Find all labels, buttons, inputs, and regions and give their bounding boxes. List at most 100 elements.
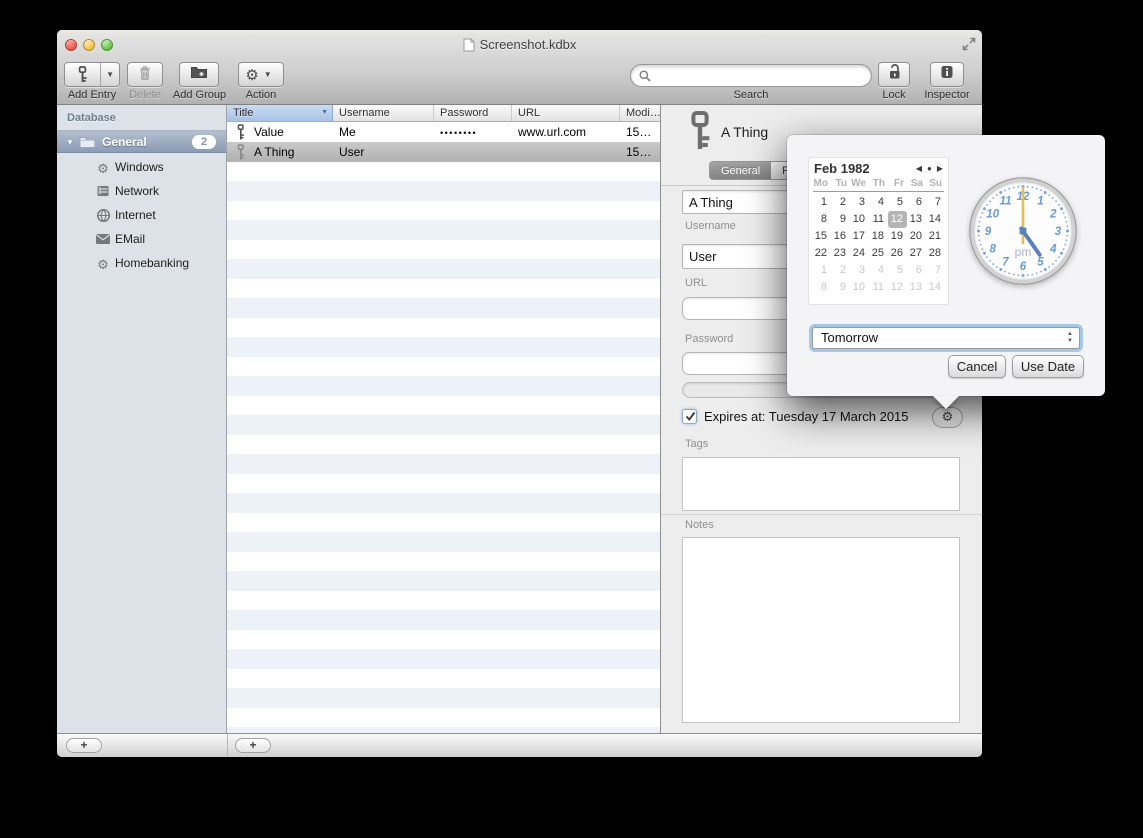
table-stripe xyxy=(227,629,660,649)
key-icon xyxy=(683,111,717,156)
sidebar-item-internet[interactable]: Internet xyxy=(57,204,226,228)
calendar-day[interactable]: 10 xyxy=(850,279,869,296)
calendar-next-button[interactable]: ▶ xyxy=(937,164,943,173)
document-icon xyxy=(463,38,475,55)
tags-field[interactable] xyxy=(682,457,960,511)
calendar-day[interactable]: 9 xyxy=(831,279,850,296)
calendar-day[interactable]: 9 xyxy=(831,211,850,228)
search-input[interactable] xyxy=(655,67,863,84)
calendar-day[interactable]: 2 xyxy=(831,194,850,211)
calendar-day[interactable]: 19 xyxy=(888,228,907,245)
calendar-day[interactable]: 27 xyxy=(907,245,926,262)
sidebar-item-email[interactable]: EMail xyxy=(57,228,226,252)
calendar-day[interactable]: 13 xyxy=(907,279,926,296)
desktop: Screenshot.kdbx ▼ Add Entry Delete Add G… xyxy=(0,0,1143,838)
calendar-day[interactable]: 5 xyxy=(888,262,907,279)
calendar-day[interactable]: 11 xyxy=(869,279,888,296)
calendar-day[interactable]: 20 xyxy=(907,228,926,245)
calendar-day[interactable]: 6 xyxy=(907,194,926,211)
calendar-day[interactable]: 12 xyxy=(888,279,907,296)
inspector-button[interactable] xyxy=(930,62,964,87)
add-group-button[interactable] xyxy=(179,62,219,87)
username-label: Username xyxy=(685,220,736,232)
calendar-day[interactable]: 17 xyxy=(850,228,869,245)
calendar-day[interactable]: 7 xyxy=(926,262,945,279)
expires-label: Expires at: Tuesday 17 March 2015 xyxy=(704,409,909,424)
add-entry-plus-button[interactable]: + xyxy=(235,738,271,753)
calendar-weekday: Mo xyxy=(812,178,831,191)
calendar-day[interactable]: 15 xyxy=(812,228,831,245)
calendar-day[interactable]: 4 xyxy=(869,262,888,279)
divider xyxy=(661,514,982,515)
calendar-day[interactable]: 6 xyxy=(907,262,926,279)
calendar-day[interactable]: 28 xyxy=(926,245,945,262)
calendar-day[interactable]: 8 xyxy=(812,279,831,296)
sidebar-item-homebanking[interactable]: ⚙ Homebanking xyxy=(57,252,226,276)
gear-icon: ⚙ xyxy=(95,256,111,272)
entry-count-badge: 2 xyxy=(192,135,216,149)
calendar-day[interactable]: 3 xyxy=(850,194,869,211)
entry-table: Title▼ Username Password URL Modi… Value… xyxy=(227,105,660,733)
add-group-plus-button[interactable]: + xyxy=(66,738,102,753)
calendar-day[interactable]: 8 xyxy=(812,211,831,228)
calendar-day[interactable]: 1 xyxy=(812,194,831,211)
column-header-title[interactable]: Title▼ xyxy=(227,105,333,121)
table-row[interactable]: ValueMe••••••••www.url.com15… xyxy=(227,122,660,142)
divider xyxy=(813,191,944,192)
sidebar-item-general[interactable]: ▼ General 2 xyxy=(57,130,226,153)
calendar-day[interactable]: 12 xyxy=(888,211,907,228)
notes-field[interactable] xyxy=(682,537,960,723)
column-header-url[interactable]: URL xyxy=(512,105,620,121)
column-header-username[interactable]: Username xyxy=(333,105,434,121)
tab-general[interactable]: General xyxy=(710,162,771,179)
expiry-preset-dropdown[interactable]: Tomorrow ▲▼ xyxy=(812,327,1080,349)
cancel-button[interactable]: Cancel xyxy=(948,355,1006,378)
fullscreen-icon[interactable] xyxy=(961,36,977,52)
calendar-day[interactable]: 23 xyxy=(831,245,850,262)
calendar-day[interactable]: 10 xyxy=(850,211,869,228)
calendar-day[interactable]: 14 xyxy=(926,211,945,228)
calendar-day[interactable]: 7 xyxy=(926,194,945,211)
svg-text:10: 10 xyxy=(986,209,999,221)
calendar-day[interactable]: 11 xyxy=(869,211,888,228)
table-stripe xyxy=(227,337,660,357)
calendar-day[interactable]: 3 xyxy=(850,262,869,279)
calendar-day[interactable]: 14 xyxy=(926,279,945,296)
calendar-day[interactable]: 5 xyxy=(888,194,907,211)
table-stripe xyxy=(227,161,660,181)
search-field[interactable] xyxy=(630,64,872,87)
svg-text:4: 4 xyxy=(1049,244,1057,256)
calendar-prev-button[interactable]: ◀ xyxy=(916,164,922,173)
calendar-day[interactable]: 25 xyxy=(869,245,888,262)
chevron-down-icon: ▼ xyxy=(101,70,119,79)
calendar-day[interactable]: 21 xyxy=(926,228,945,245)
table-stripe xyxy=(227,278,660,298)
calendar-day[interactable]: 18 xyxy=(869,228,888,245)
calendar-day[interactable]: 13 xyxy=(907,211,926,228)
use-date-button[interactable]: Use Date xyxy=(1012,355,1084,378)
calendar-day[interactable]: 22 xyxy=(812,245,831,262)
column-header-password[interactable]: Password xyxy=(434,105,512,121)
delete-button[interactable] xyxy=(127,62,163,87)
column-header-modified[interactable]: Modi… xyxy=(620,105,660,121)
lock-label: Lock xyxy=(864,89,924,101)
expires-checkbox[interactable] xyxy=(682,409,697,424)
action-button[interactable]: ⚙ ▼ xyxy=(238,62,284,87)
sidebar-item-network[interactable]: Network xyxy=(57,180,226,204)
disclosure-triangle-icon[interactable]: ▼ xyxy=(66,138,74,147)
calendar-day[interactable]: 24 xyxy=(850,245,869,262)
table-stripe xyxy=(227,512,660,532)
calendar-day[interactable]: 2 xyxy=(831,262,850,279)
expiry-presets-button[interactable]: ⚙ xyxy=(932,407,963,428)
cell-title: Value xyxy=(254,125,330,139)
calendar-day[interactable]: 4 xyxy=(869,194,888,211)
table-row[interactable]: A ThingUser15… xyxy=(227,142,660,162)
calendar-day[interactable]: 16 xyxy=(831,228,850,245)
gear-icon: ⚙ xyxy=(245,66,258,84)
sidebar-item-windows[interactable]: ⚙ Windows xyxy=(57,156,226,180)
lock-button[interactable] xyxy=(878,62,910,87)
calendar-day[interactable]: 26 xyxy=(888,245,907,262)
calendar-day[interactable]: 1 xyxy=(812,262,831,279)
calendar-today-button[interactable]: ● xyxy=(927,164,932,173)
add-entry-button[interactable]: ▼ xyxy=(64,62,120,87)
